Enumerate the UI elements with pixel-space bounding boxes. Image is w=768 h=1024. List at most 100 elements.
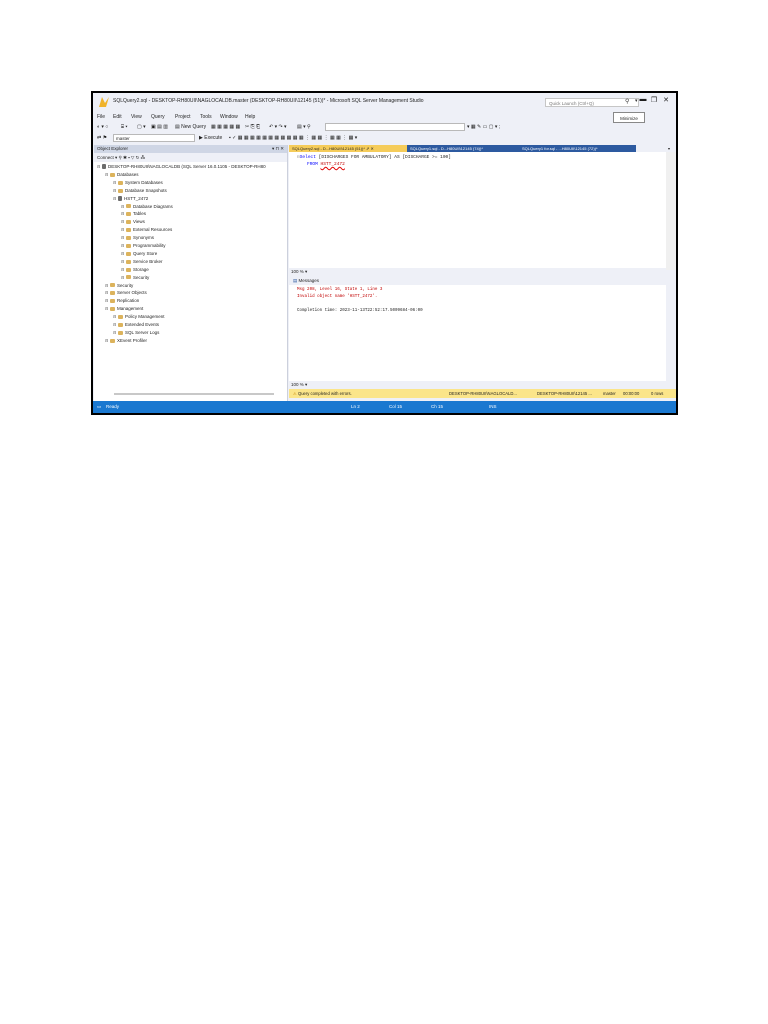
menu-window[interactable]: Window: [220, 114, 238, 120]
tree-node-label: Views: [133, 219, 145, 225]
folder-icon: [118, 180, 123, 185]
folder-icon: [110, 172, 115, 177]
database-select[interactable]: master: [113, 134, 195, 142]
parse-icons[interactable]: ▪ ✓ ▦ ▦ ▦ ▦ ▦ ▦ ▦ ▦ ▦ ▦ ▦ ⋮ ▦ ▦ ⋮ ▦ ▦ ⋮ …: [229, 135, 357, 141]
tree-node[interactable]: ⊟ Database Diagrams: [121, 203, 173, 210]
tree-node[interactable]: ⊟ Query Store: [121, 250, 157, 257]
status-elapsed: 00:00:00: [623, 391, 640, 396]
folder-icon: [126, 212, 131, 217]
object-explorer-toolbar[interactable]: Connect ▾ ⚲ ✱ ▪ ▽ ↻ ⁂: [94, 153, 287, 162]
panel-controls[interactable]: ▾ ⊓ ✕: [272, 145, 284, 153]
tree-node[interactable]: ⊟ Server Objects: [105, 289, 147, 296]
save-icon[interactable]: ▣ ▤ ▥: [151, 124, 168, 130]
query-type-icons[interactable]: ▦ ▦ ▦ ▦ ▦: [211, 124, 240, 130]
editor-vertical-scrollbar[interactable]: [666, 152, 676, 270]
tree-node-label: DESKTOP-RH80UII\NAGLOCALDB (SQL Server 1…: [108, 164, 266, 169]
server-icon: [102, 164, 106, 170]
status-bar: ▭ Ready Ln 2 Col 15 Ch 15 INS: [93, 401, 676, 413]
restore-icon[interactable]: ❐: [649, 96, 659, 104]
menu-edit[interactable]: Edit: [113, 114, 122, 120]
ssms-window: SQLQuery2.sql - DESKTOP-RH80UII\NAGLOCAL…: [93, 93, 676, 413]
execute-button[interactable]: ▶ Execute: [199, 135, 222, 141]
search-combobox[interactable]: [325, 123, 465, 131]
folder-icon: [110, 291, 115, 296]
tree-node-label: Database Snapshots: [125, 187, 167, 193]
menu-help[interactable]: Help: [245, 114, 255, 120]
folder-icon: [126, 275, 131, 280]
status-char: Ch 15: [431, 404, 444, 409]
tree-node[interactable]: ⊟ Extended Events: [113, 321, 159, 328]
tree-node-label: Security: [117, 282, 134, 288]
zoom-dropdown-icon[interactable]: ▾: [305, 269, 307, 274]
status-user: DESKTOP-RH80UII\12145 ...: [537, 391, 592, 396]
tab-sqlquery2[interactable]: SQLQuery2.sql - D...H80UII\12145 (51))* …: [289, 145, 407, 152]
status-ready: Ready: [106, 404, 120, 409]
tree-node[interactable]: ⊟ Tables: [121, 210, 146, 217]
messages-zoom-select[interactable]: 100 %: [291, 382, 304, 387]
menu-tools[interactable]: Tools: [200, 114, 212, 120]
undo-redo-icons[interactable]: ↶ ▾ ↷ ▾: [269, 124, 287, 130]
back-icon[interactable]: ◐ ▾ ○: [97, 124, 108, 130]
editor-zoom-bar: 100 % ▾: [289, 268, 666, 275]
standard-toolbar: ◐ ▾ ○ ⌸ ▾ ▢ ▾ ▣ ▤ ▥ ▤ New Query ▦ ▦ ▦ ▦ …: [93, 122, 676, 133]
new-project-icon[interactable]: ⌸ ▾: [121, 124, 128, 130]
tree-node[interactable]: ⊟ Security: [105, 282, 133, 289]
nav-icons[interactable]: ▤ ▾ ⚲: [297, 124, 311, 130]
tree-node-label: Databases: [117, 171, 139, 177]
zoom-dropdown-icon[interactable]: ▾: [305, 382, 307, 387]
menu-query[interactable]: Query: [151, 114, 165, 120]
tab-sqlquery1-for[interactable]: SQLQuery1 for.sql - ...H80UII\12145 (72)…: [519, 145, 636, 152]
tree-node[interactable]: ⊟ Service Broker: [121, 258, 163, 265]
folder-icon: [118, 322, 123, 327]
tree-node[interactable]: ⊟ Storage: [121, 266, 149, 273]
new-query-button[interactable]: ▤ New Query: [175, 124, 206, 130]
folder-icon: [126, 204, 131, 209]
tree-node[interactable]: ⊟ Security: [121, 274, 149, 281]
menu-project[interactable]: Project: [175, 114, 191, 120]
search-icon[interactable]: ⚲: [625, 98, 629, 105]
tree-node[interactable]: ⊟ Replication: [105, 297, 139, 304]
tree-node[interactable]: ⊟ Database Snapshots: [113, 187, 167, 194]
window-title: SQLQuery2.sql - DESKTOP-RH80UII\NAGLOCAL…: [113, 98, 424, 104]
minimize-icon[interactable]: ▬: [638, 96, 648, 103]
screenshot-frame: SQLQuery2.sql - DESKTOP-RH80UII\NAGLOCAL…: [91, 91, 678, 415]
sql-editor-toolbar: ⇄ ⚑ master ▶ Execute ▪ ✓ ▦ ▦ ▦ ▦ ▦ ▦ ▦ ▦…: [93, 133, 676, 144]
tree-node-label: Security: [133, 274, 150, 280]
warning-icon: ⚠: [293, 391, 297, 396]
error-message-line: Invalid object name 'HSTT_2472'.: [297, 295, 378, 299]
query-status-text: Query completed with errors.: [297, 391, 352, 396]
title-bar: SQLQuery2.sql - DESKTOP-RH80UII\NAGLOCAL…: [93, 93, 676, 112]
new-query-label: New Query: [181, 124, 207, 130]
tree-node[interactable]: ⊟ Programmability: [121, 242, 166, 249]
editor-zoom-select[interactable]: 100 %: [291, 269, 304, 274]
tree-node-label: Replication: [117, 298, 140, 304]
tree-node[interactable]: ⊟ HSTT_2472: [113, 195, 148, 202]
status-mode: INS: [489, 404, 497, 409]
open-icon[interactable]: ▢ ▾: [137, 124, 146, 130]
completion-time: Completion time: 2023-11-13T22:52:17.500…: [297, 309, 423, 313]
folder-icon: [118, 330, 123, 335]
tree-node[interactable]: ⊟ SQL Server Logs: [113, 329, 159, 336]
tab-sqlquery1[interactable]: SQLQuery1.sql - D...H80UII\12145 (74))*: [407, 145, 519, 152]
query-editor[interactable]: ⊟Select [DISCHARGES FOR AMBULATORY] AS […: [289, 152, 666, 268]
tree-node[interactable]: ⊟ Synonyms: [121, 234, 154, 241]
tree-node[interactable]: ⊟ Management: [105, 305, 143, 312]
tree-node[interactable]: ⊟ Databases: [105, 171, 139, 178]
tree-node[interactable]: ⊟ DESKTOP-RH80UII\NAGLOCALDB (SQL Server …: [97, 163, 266, 170]
tree-node[interactable]: ⊟ XEvent Profiler: [105, 337, 147, 344]
connect-icons[interactable]: ⇄ ⚑: [97, 135, 107, 141]
menu-file[interactable]: File: [97, 114, 105, 120]
cut-copy-paste-icons[interactable]: ✂ ⎘ ⎗: [245, 124, 260, 130]
select-columns: [DISCHARGES FOR AMBULATORY] AS [DISCHARG…: [318, 155, 451, 160]
tab-pin-close-icons[interactable]: ⇗ ✕: [366, 146, 374, 151]
tree-node[interactable]: ⊟ Views: [121, 218, 145, 225]
tree-node[interactable]: ⊟ Policy Management: [113, 313, 165, 320]
horizontal-scrollbar[interactable]: [114, 393, 274, 395]
close-icon[interactable]: ✕: [661, 96, 671, 104]
menu-view[interactable]: View: [131, 114, 142, 120]
tree-node[interactable]: ⊟ External Resources: [121, 226, 172, 233]
tab-overflow-icon[interactable]: ▾: [665, 145, 675, 152]
tools-icons[interactable]: ▾ ▦ ✎ ▭ ▢ ▾ ;: [467, 124, 500, 130]
tree-node[interactable]: ⊟ System Databases: [113, 179, 163, 186]
messages-tab[interactable]: ▤ Messages: [289, 277, 676, 285]
